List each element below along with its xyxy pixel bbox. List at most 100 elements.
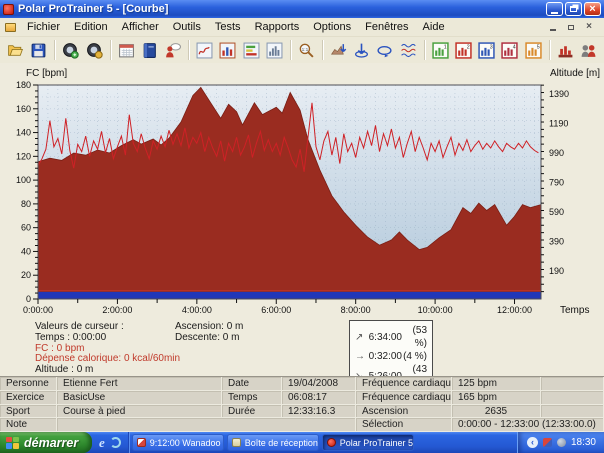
svg-text:180: 180: [16, 80, 31, 90]
report-3-button[interactable]: 3: [475, 38, 498, 62]
menu-tests[interactable]: Tests: [208, 19, 248, 35]
start-button[interactable]: démarrer: [0, 432, 92, 453]
menu-edition[interactable]: Edition: [67, 19, 115, 35]
report-2-button[interactable]: 2: [452, 38, 475, 62]
calendar-view-button[interactable]: [115, 38, 138, 62]
row-value: Course à pied: [57, 405, 222, 419]
row-label: Date: [222, 377, 282, 391]
tray-status-icon[interactable]: [557, 438, 566, 447]
svg-text:20: 20: [21, 270, 31, 280]
zones-view-button[interactable]: [240, 38, 263, 62]
download-data-button[interactable]: [350, 38, 373, 62]
watchsync-icon: [62, 42, 79, 59]
slope-legend-row: ↗6:34:00(53 %): [355, 324, 427, 350]
row-label: Fréquence cardiaque: [356, 377, 452, 391]
toolbar-separator: [290, 40, 291, 60]
row-value: BasicUse: [57, 391, 222, 405]
svg-text:40: 40: [21, 246, 31, 256]
browser-swoosh-icon[interactable]: [110, 437, 121, 448]
menu-options[interactable]: Options: [306, 19, 358, 35]
svg-text:590: 590: [549, 207, 564, 217]
desktop: Polar ProTrainer 5 - [Courbe] × FichierE…: [0, 0, 604, 453]
svg-text:160: 160: [16, 104, 31, 114]
r3-icon: 3: [478, 42, 495, 59]
distribution-view-button[interactable]: [263, 38, 286, 62]
diary-icon: [141, 42, 158, 59]
svg-text:1390: 1390: [549, 89, 569, 99]
cursor-value-line: Descente: 0 m: [175, 333, 243, 344]
diary-view-button[interactable]: [138, 38, 161, 62]
note-label: Note: [0, 418, 57, 432]
chart-plot[interactable]: [38, 85, 541, 299]
row-value: 12:33:16.3: [282, 405, 356, 419]
menu-afficher[interactable]: Afficher: [115, 19, 166, 35]
save-button[interactable]: [27, 38, 50, 62]
svg-text:140: 140: [16, 128, 31, 138]
zoom-actual-button[interactable]: 1:1: [295, 38, 318, 62]
slope-legend-row: →0:32:00(4 %): [355, 350, 427, 363]
taskbar-task-boite-de-reception-[interactable]: Boîte de réception - ...: [227, 434, 319, 451]
svg-text:12:00:00: 12:00:00: [497, 305, 532, 315]
menu-fichier[interactable]: Fichier: [20, 19, 67, 35]
child-close-button[interactable]: ×: [583, 22, 595, 33]
open-file-button[interactable]: [4, 38, 27, 62]
child-minimize-button[interactable]: [547, 22, 559, 33]
child-restore-button[interactable]: [565, 22, 577, 33]
tray-chevron-icon[interactable]: ‹: [527, 437, 538, 448]
empty-cell: [541, 377, 604, 391]
child-minimize-icon: [550, 29, 556, 31]
svg-text:1190: 1190: [549, 118, 568, 128]
bars-icon: [219, 42, 236, 59]
restore-button[interactable]: [565, 2, 582, 16]
row-label: Fréquence cardiaque: [356, 391, 452, 405]
report-4-button[interactable]: 4: [498, 38, 521, 62]
menu-aide[interactable]: Aide: [416, 19, 452, 35]
minimize-button[interactable]: [546, 2, 563, 16]
note-value: [57, 418, 356, 432]
slope-arrow-icon: ↗: [355, 331, 366, 344]
svg-text:2: 2: [467, 44, 470, 50]
calendar-icon: [118, 42, 135, 59]
athlete-info-button[interactable]: [161, 38, 184, 62]
menu-outils[interactable]: Outils: [166, 19, 208, 35]
row-value: 2635: [452, 405, 541, 419]
menu-fenetres[interactable]: Fenêtres: [358, 19, 415, 35]
cursor-values-panel: Valeurs de curseur :Temps : 0:00:00FC : …: [35, 322, 180, 376]
close-icon: ×: [589, 4, 595, 15]
report-1-button[interactable]: 1: [429, 38, 452, 62]
open-icon: [7, 42, 24, 59]
zones-icon: [243, 42, 260, 59]
taskbar-task-9-12-00-wanadoo[interactable]: 9:12:00 Wanadoo: [132, 434, 224, 451]
row-value: 125 bpm: [452, 377, 541, 391]
tray-app-icon[interactable]: [543, 438, 552, 447]
toolbar-separator: [110, 40, 111, 60]
curve-view-button[interactable]: [193, 38, 216, 62]
transfer-watch-button[interactable]: [59, 38, 82, 62]
svg-text:190: 190: [549, 266, 564, 276]
svg-text:2:00:00: 2:00:00: [102, 305, 132, 315]
report-5-button[interactable]: 5: [521, 38, 544, 62]
lap-repeat-button[interactable]: [373, 38, 396, 62]
client-area: 0204060801001201401601801903905907909901…: [0, 63, 604, 431]
cursor-value-line: Altitude : 0 m: [35, 365, 180, 376]
export-chart-button[interactable]: [327, 38, 350, 62]
taskbar-task-polar-protrainer-5-[interactable]: Polar ProTrainer 5 - [...: [322, 434, 414, 451]
menu-rapports[interactable]: Rapports: [248, 19, 307, 35]
svg-text:FC [bpm]: FC [bpm]: [26, 68, 67, 79]
row-value: 165 bpm: [452, 391, 541, 405]
task-icon: [232, 438, 241, 447]
svg-text:Altitude [m]: Altitude [m]: [550, 68, 600, 79]
bar-chart-view-button[interactable]: [216, 38, 239, 62]
toolbar-separator: [549, 40, 550, 60]
dist-icon: [266, 42, 283, 59]
multi-curve-button[interactable]: [397, 38, 420, 62]
close-button[interactable]: ×: [584, 2, 601, 16]
svg-text:5: 5: [536, 44, 539, 50]
ranking-button[interactable]: [554, 38, 577, 62]
taskbar: démarrer e 9:12:00 WanadooBoîte de récep…: [0, 432, 604, 453]
compare-athletes-button[interactable]: [577, 38, 600, 62]
watch-settings-button[interactable]: [83, 38, 106, 62]
internet-explorer-icon[interactable]: e: [99, 436, 105, 449]
svg-text:80: 80: [21, 199, 31, 209]
row-value: 06:08:17: [282, 391, 356, 405]
